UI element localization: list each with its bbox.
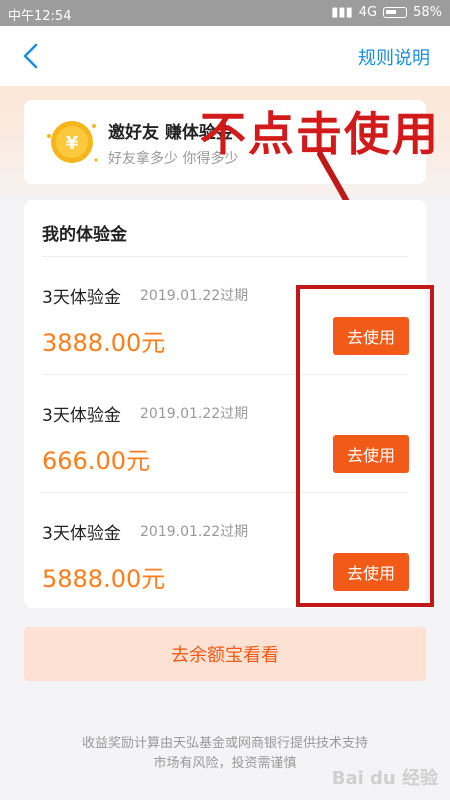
- chevron-left-icon[interactable]: [20, 43, 42, 69]
- panel-title: 我的体验金: [42, 225, 127, 245]
- use-voucher-button[interactable]: 去使用: [333, 317, 409, 355]
- voucher-name: 3天体验金: [42, 524, 121, 544]
- use-voucher-button[interactable]: 去使用: [333, 553, 409, 591]
- status-indicators: ▮▮▮ 4G 58%: [331, 5, 442, 20]
- voucher-expiry: 2019.01.22过期: [140, 288, 249, 304]
- yuan-coin-icon: ¥: [47, 121, 98, 163]
- experience-funds-panel: 我的体验金 3天体验金 2019.01.22过期 3888.00元 去使用 3天…: [24, 200, 426, 608]
- svg-text:¥: ¥: [66, 133, 79, 154]
- voucher-item: 3天体验金 2019.01.22过期 666.00元 去使用: [24, 375, 426, 493]
- go-to-yuebao-button[interactable]: 去余额宝看看: [24, 627, 426, 681]
- voucher-amount: 3888.00元: [42, 329, 166, 357]
- status-time: 中午12:54: [8, 9, 72, 24]
- rules-link[interactable]: 规则说明: [358, 44, 430, 70]
- voucher-expiry: 2019.01.22过期: [140, 406, 249, 422]
- voucher-name: 3天体验金: [42, 288, 121, 308]
- voucher-item: 3天体验金 2019.01.22过期 5888.00元 去使用: [24, 493, 426, 611]
- voucher-item: 3天体验金 2019.01.22过期 3888.00元 去使用: [24, 257, 426, 375]
- status-bar: 中午12:54 ▮▮▮ 4G 58%: [0, 0, 450, 26]
- watermark-logo: Bai du 经验: [331, 768, 438, 789]
- nav-bar: 规则说明: [0, 26, 450, 86]
- battery-icon: [383, 7, 408, 18]
- voucher-amount: 5888.00元: [42, 565, 166, 593]
- signal-icon: ▮▮▮: [331, 5, 353, 20]
- voucher-amount: 666.00元: [42, 447, 150, 475]
- use-voucher-button[interactable]: 去使用: [333, 435, 409, 473]
- voucher-expiry: 2019.01.22过期: [140, 524, 249, 540]
- network-type: 4G: [358, 5, 378, 20]
- footer-disclaimer: 收益奖励计算由天弘基金或网商银行提供技术支持: [81, 736, 368, 751]
- voucher-name: 3天体验金: [42, 406, 121, 426]
- battery-level: 58%: [413, 5, 442, 20]
